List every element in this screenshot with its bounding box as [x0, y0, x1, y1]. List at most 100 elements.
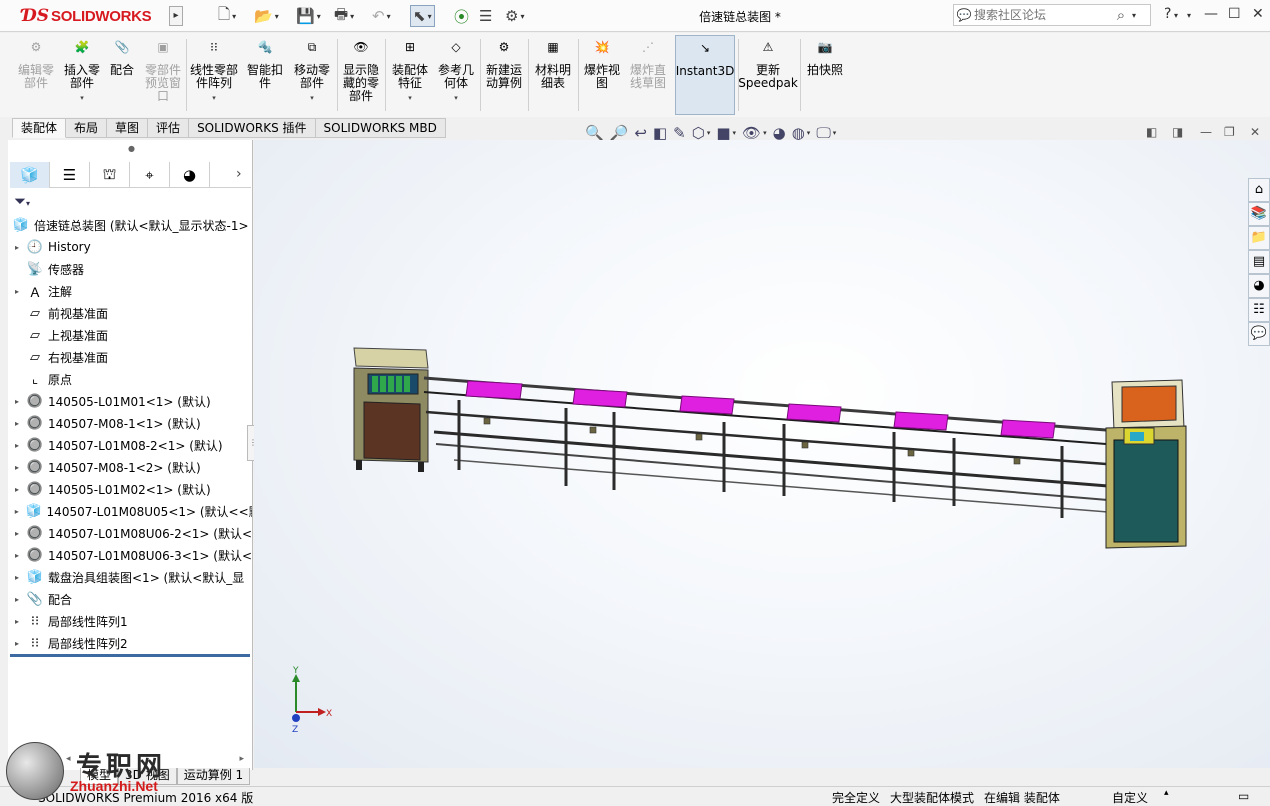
update-speedpak-button[interactable]: ⚠ 更新 Speedpak [738, 35, 798, 115]
tree-root[interactable]: 🧊 倍速链总装图 (默认<默认_显示状态-1> [10, 214, 252, 236]
custom-properties-icon[interactable]: ☷ [1248, 298, 1270, 322]
bill-of-materials-button[interactable]: ▦ 材料明 细表 [530, 35, 576, 115]
tree-node[interactable]: ⌞ 原点 [10, 368, 252, 390]
expand-arrow-icon[interactable]: ▸ [10, 397, 24, 406]
dimxpertmanager-tab-icon[interactable]: ⌖ [130, 162, 170, 188]
expand-arrow-icon[interactable]: ▸ [10, 463, 24, 472]
tree-node[interactable]: ▸ 🔘 140507-L01M08-2<1> (默认) [10, 434, 252, 456]
select-cursor-icon[interactable]: ⬉ ▾ [410, 5, 435, 27]
doc-restore-button[interactable]: ❐ [1224, 125, 1235, 139]
more-tabs-chevron-icon[interactable]: › [236, 166, 242, 182]
displaymanager-tab-icon[interactable]: ◕ [170, 162, 210, 188]
configurationmanager-tab-icon[interactable]: ⛫ [90, 162, 130, 188]
instant3d-button[interactable]: ↘ Instant3D [675, 35, 735, 115]
tree-node[interactable]: ▸ 🔘 140507-M08-1<1> (默认) [10, 412, 252, 434]
tree-node[interactable]: ▱ 右视基准面 [10, 346, 252, 368]
mate-button[interactable]: 📎 配合 [106, 35, 138, 115]
tab-assembly[interactable]: 装配体 [12, 118, 67, 138]
tree-node[interactable]: ▸ 🔘 140507-L01M08U06-3<1> (默认< [10, 544, 252, 566]
tree-node[interactable]: ▸ 🔘 140505-L01M02<1> (默认) [10, 478, 252, 500]
solidworks-resources-home-icon[interactable]: ⌂ [1248, 178, 1270, 202]
expand-arrow-icon[interactable]: ▸ [10, 573, 24, 582]
dropdown-arrow-icon[interactable]: ▾ [763, 129, 767, 137]
tab-motion-study[interactable]: 运动算例 1 [176, 768, 251, 785]
dropdown-arrow-icon[interactable]: ▾ [310, 92, 314, 105]
dropdown-arrow-icon[interactable]: ▾ [707, 129, 711, 137]
expand-arrow-icon[interactable]: ▸ [10, 243, 24, 252]
doc-close-button[interactable]: ✕ [1250, 125, 1260, 139]
scroll-left-icon[interactable]: ◂ [66, 754, 71, 764]
tab-mbd[interactable]: SOLIDWORKS MBD [315, 118, 446, 138]
tree-divider[interactable] [10, 654, 250, 657]
tree-node[interactable]: ▸ 🔘 140505-L01M01<1> (默认) [10, 390, 252, 412]
tab-layout[interactable]: 布局 [66, 118, 108, 138]
tile-right-icon[interactable]: ◨ [1172, 125, 1183, 139]
file-explorer-folder-icon[interactable]: 📁 [1248, 226, 1270, 250]
panel-grip-icon[interactable]: ● [128, 144, 135, 153]
view-palette-icon[interactable]: ▤ [1248, 250, 1270, 274]
exploded-view-button[interactable]: 💥 爆炸视 图 [580, 35, 624, 115]
expand-arrow-icon[interactable]: ▸ [10, 507, 23, 516]
tree-node[interactable]: ▸ 🕘 History [10, 236, 252, 258]
appearances-scenes-icon[interactable]: ◕ [1248, 274, 1270, 298]
print-icon[interactable]: 🖶 ▾ [334, 5, 354, 27]
tree-node[interactable]: ▸ Ａ 注解 [10, 280, 252, 302]
expand-arrow-icon[interactable]: ▸ [10, 287, 24, 296]
dropdown-arrow-icon[interactable]: ▾ [733, 129, 737, 137]
solidworks-logo[interactable]: ƊS SOLIDWORKS [22, 3, 152, 29]
expand-arrow-icon[interactable]: ▸ [10, 617, 24, 626]
new-document-icon[interactable]: 🗋 ▾ [218, 5, 236, 27]
design-library-icon[interactable]: 📚 [1248, 202, 1270, 226]
expand-arrow-icon[interactable]: ▸ [10, 529, 24, 538]
smart-fasteners-button[interactable]: 🔩 智能扣 件 [244, 35, 286, 115]
expand-arrow-icon[interactable]: ▸ [10, 485, 24, 494]
minimize-button[interactable]: — [1204, 6, 1218, 26]
dropdown-arrow-icon[interactable]: ▾ [408, 92, 412, 105]
filter-funnel-icon[interactable]: ⏷▾ [14, 192, 30, 210]
maximize-button[interactable]: ☐ [1228, 6, 1241, 26]
help-icon[interactable]: ? ▾ [1164, 6, 1178, 26]
horizontal-scrollbar[interactable]: ◂ ▸ [10, 752, 250, 766]
expand-arrow-icon[interactable]: ▸ [10, 595, 24, 604]
tree-node[interactable]: ▱ 上视基准面 [10, 324, 252, 346]
save-icon[interactable]: 💾 ▾ [296, 5, 321, 27]
status-options-icon[interactable]: ▭ [1238, 789, 1249, 803]
reference-geometry-button[interactable]: ◇ 参考几 何体 ▾ [434, 35, 478, 115]
tab-evaluate[interactable]: 评估 [148, 118, 190, 138]
linear-pattern-button[interactable]: ⁝⁝ 线性零部 件阵列 ▾ [188, 35, 240, 115]
explode-line-sketch-button[interactable]: ⋰ 爆炸直 线草图 [626, 35, 670, 115]
scroll-right-icon[interactable]: ▸ [239, 754, 244, 764]
show-hidden-components-button[interactable]: 👁 显示隐 藏的零 部件 [339, 35, 383, 115]
tab-3d-views[interactable]: 3D 视图 [118, 768, 177, 785]
take-snapshot-button[interactable]: 📷 拍快照 [804, 35, 846, 115]
file-properties-icon[interactable]: ☰ [479, 5, 492, 27]
component-preview-button[interactable]: ▣ 零部件 预览窗 口 [140, 35, 186, 115]
expand-arrow-icon[interactable]: ▸ [10, 419, 24, 428]
menu-expand-arrow-icon[interactable]: ▸ [169, 6, 183, 26]
search-icon[interactable]: ⌕ [1110, 6, 1132, 24]
tree-node[interactable]: 📡 传感器 [10, 258, 252, 280]
close-button[interactable]: ✕ [1252, 6, 1264, 26]
move-component-button[interactable]: ⧉ 移动零 部件 ▾ [290, 35, 334, 115]
new-motion-study-button[interactable]: ⚙ 新建运 动算例 [482, 35, 526, 115]
community-search[interactable]: 💬 ⌕ ▾ [953, 4, 1151, 26]
search-dropdown-icon[interactable]: ▾ [1132, 11, 1136, 20]
tree-node[interactable]: ▱ 前视基准面 [10, 302, 252, 324]
featuremanager-tree-tab-icon[interactable]: 🧊 [10, 162, 50, 188]
tree-node[interactable]: ▸ ⁝⁝ 局部线性阵列1 [10, 610, 252, 632]
tab-addins[interactable]: SOLIDWORKS 插件 [189, 118, 316, 138]
dropdown-arrow-icon[interactable]: ▾ [212, 92, 216, 105]
propertymanager-tab-icon[interactable]: ☰ [50, 162, 90, 188]
tree-node[interactable]: ▸ 📎 配合 [10, 588, 252, 610]
tree-node[interactable]: ▸ 🔘 140507-M08-1<2> (默认) [10, 456, 252, 478]
undo-icon[interactable]: ↶ ▾ [372, 5, 391, 27]
dropdown-arrow-icon[interactable]: ▾ [80, 92, 84, 105]
help-dropdown-icon[interactable]: ▾ [1187, 11, 1191, 31]
doc-minimize-button[interactable]: — [1200, 125, 1212, 139]
expand-arrow-icon[interactable]: ▸ [10, 639, 24, 648]
dropdown-arrow-icon[interactable]: ▾ [833, 129, 837, 137]
search-input[interactable] [974, 8, 1110, 22]
tree-node[interactable]: ▸ 🧊 载盘治具组装图<1> (默认<默认_显 [10, 566, 252, 588]
tab-model[interactable]: 模型 [80, 768, 119, 785]
tree-node[interactable]: ▸ 🧊 140507-L01M08U05<1> (默认<<默 [10, 500, 252, 522]
